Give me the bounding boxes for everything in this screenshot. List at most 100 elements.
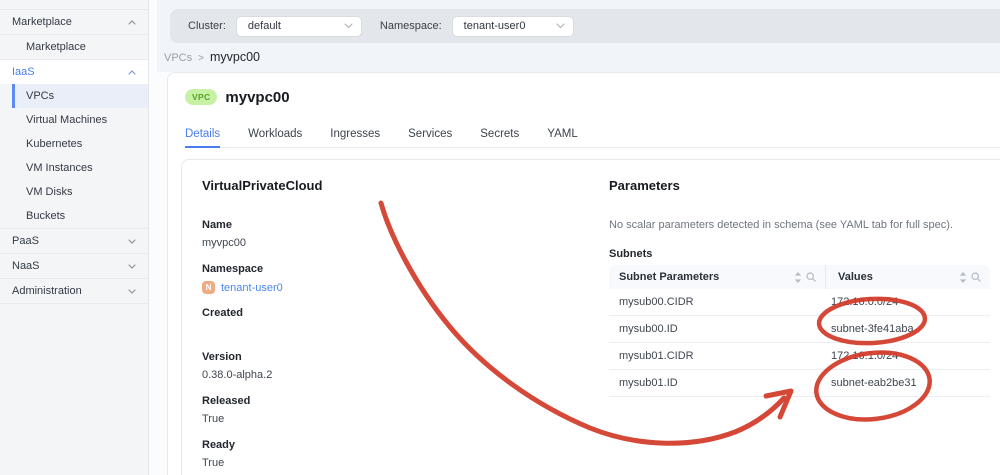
search-icon[interactable] (806, 272, 816, 282)
sidebar-item-vm-instances[interactable]: VM Instances (0, 156, 148, 180)
cluster-selected-value: default (247, 20, 281, 32)
page-title-row: VPC myvpc00 (185, 87, 290, 107)
page-title: myvpc00 (225, 88, 290, 106)
table-row: mysub01.ID subnet-eab2be31 (609, 370, 990, 397)
cluster-label: Cluster: (188, 20, 226, 32)
tab-services[interactable]: Services (408, 120, 452, 147)
sidebar-section-label: PaaS (12, 235, 39, 247)
sidebar-item-label: VPCs (26, 90, 55, 102)
breadcrumb-vpcs-link[interactable]: VPCs (164, 52, 192, 64)
sidebar-section-label: Marketplace (12, 16, 72, 28)
sidebar-section-label: Administration (12, 285, 82, 297)
sidebar-section-iaas[interactable]: IaaS (0, 60, 148, 84)
breadcrumb: VPCs > myvpc00 (164, 50, 260, 64)
column-header-values[interactable]: Values (825, 265, 990, 289)
vpc-kind-badge: VPC (185, 89, 218, 105)
field-version: Version 0.38.0-alpha.2 (202, 351, 592, 382)
sidebar-item-marketplace[interactable]: Marketplace (0, 35, 148, 59)
subnets-label: Subnets (609, 248, 653, 260)
search-icon[interactable] (971, 272, 981, 282)
sidebar-item-label: Virtual Machines (26, 114, 108, 126)
parameters-heading: Parameters (609, 178, 680, 193)
chevron-down-icon (128, 238, 136, 244)
sidebar-item-vpcs[interactable]: VPCs (12, 84, 148, 108)
table-row: mysub00.CIDR 172.16.0.0/24 (609, 289, 990, 316)
sidebar: Marketplace Marketplace IaaS VPCs Virtua… (0, 0, 149, 475)
subnet-value-cell: 172.16.0.0/24 (831, 296, 899, 308)
field-value (202, 325, 592, 338)
field-value: 0.38.0-alpha.2 (202, 369, 273, 381)
field-value: N tenant-user0 (202, 281, 592, 294)
sidebar-section-label: NaaS (12, 260, 40, 272)
chevron-down-icon (128, 288, 136, 294)
namespace-link[interactable]: tenant-user0 (221, 282, 283, 294)
sidebar-item-virtual-machines[interactable]: Virtual Machines (0, 108, 148, 132)
subnet-param-cell: mysub00.ID (619, 323, 678, 335)
chevron-down-icon (128, 263, 136, 269)
app-window: Marketplace Marketplace IaaS VPCs Virtua… (0, 0, 1000, 475)
sidebar-item-label: VM Disks (26, 186, 73, 198)
sidebar-divider (0, 303, 148, 304)
namespace-select[interactable]: tenant-user0 (451, 15, 574, 37)
parameters-column: Parameters No scalar parameters detected… (609, 170, 990, 397)
tab-ingresses[interactable]: Ingresses (330, 120, 380, 147)
sidebar-section-marketplace[interactable]: Marketplace (0, 10, 148, 34)
field-label: Released (202, 395, 251, 407)
tab-details[interactable]: Details (185, 120, 221, 148)
subnet-value-cell: subnet-eab2be31 (831, 377, 917, 389)
tab-yaml[interactable]: YAML (547, 120, 577, 147)
field-ready: Ready True (202, 439, 592, 470)
breadcrumb-current: myvpc00 (209, 50, 260, 64)
subnets-table: Subnet Parameters Values mysub00.CIDR 17… (609, 265, 990, 397)
breadcrumb-separator: > (198, 53, 204, 64)
sort-icon[interactable] (959, 271, 967, 283)
field-label: Version (202, 351, 242, 363)
cluster-select[interactable]: default (235, 15, 362, 37)
chevron-up-icon (128, 19, 136, 25)
field-created: Created (202, 307, 592, 338)
subnet-param-cell: mysub00.CIDR (619, 296, 694, 308)
resource-summary-column: VirtualPrivateCloud Name myvpc00 Namespa… (202, 170, 592, 470)
sidebar-item-label: VM Instances (26, 162, 93, 174)
details-panel: VirtualPrivateCloud Name myvpc00 Namespa… (181, 159, 1000, 475)
column-header-subnet-parameters[interactable]: Subnet Parameters (609, 265, 825, 289)
field-label: Ready (202, 439, 236, 451)
sidebar-item-vm-disks[interactable]: VM Disks (0, 180, 148, 204)
table-row: mysub01.CIDR 172.16.1.0/24 (609, 343, 990, 370)
tab-secrets[interactable]: Secrets (480, 120, 519, 147)
field-name: Name myvpc00 (202, 219, 592, 250)
sidebar-item-kubernetes[interactable]: Kubernetes (0, 132, 148, 156)
namespace-avatar: N (202, 281, 215, 294)
chevron-down-icon (344, 20, 353, 32)
resource-kind-heading: VirtualPrivateCloud (202, 178, 323, 193)
sidebar-item-label: Kubernetes (26, 138, 83, 150)
field-label: Name (202, 219, 232, 231)
subnet-param-cell: mysub01.ID (619, 377, 678, 389)
namespace-selected-value: tenant-user0 (463, 20, 526, 32)
table-row: mysub00.ID subnet-3fe41aba (609, 316, 990, 343)
sidebar-section-paas[interactable]: PaaS (0, 229, 148, 253)
field-value: True (202, 457, 225, 469)
sidebar-item-label: Buckets (26, 210, 66, 222)
chevron-down-icon (556, 20, 565, 32)
sidebar-section-naas[interactable]: NaaS (0, 254, 148, 278)
field-namespace: Namespace N tenant-user0 (202, 263, 592, 294)
field-value: True (202, 413, 225, 425)
vpc-detail-card: VPC myvpc00 Details Workloads Ingresses … (167, 72, 1000, 475)
context-toolbar: Cluster: default Namespace: tenant-user0 (170, 9, 1000, 43)
sidebar-section-administration[interactable]: Administration (0, 279, 148, 303)
field-released: Released True (202, 395, 592, 426)
subnet-param-cell: mysub01.CIDR (619, 350, 694, 362)
tab-bar: Details Workloads Ingresses Services Sec… (185, 120, 1000, 148)
sort-icon[interactable] (794, 271, 802, 283)
sidebar-item-buckets[interactable]: Buckets (0, 204, 148, 228)
field-label: Namespace (202, 263, 264, 275)
field-value: myvpc00 (202, 237, 247, 249)
parameters-note: No scalar parameters detected in schema … (609, 219, 954, 231)
subnets-table-header: Subnet Parameters Values (609, 265, 990, 289)
field-label: Created (202, 307, 243, 319)
sidebar-section-label: IaaS (12, 66, 35, 78)
subnet-value-cell: 172.16.1.0/24 (831, 350, 899, 362)
tab-workloads[interactable]: Workloads (248, 120, 302, 147)
subnet-value-cell: subnet-3fe41aba (831, 323, 914, 335)
